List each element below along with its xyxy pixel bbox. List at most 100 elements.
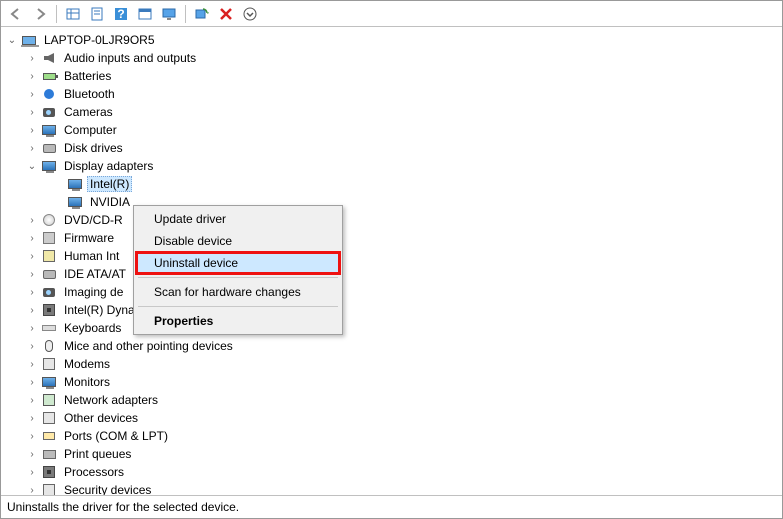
chevron-right-icon[interactable]: › <box>25 285 39 299</box>
tree-item-label: Human Int <box>61 248 122 264</box>
chip-icon <box>41 302 57 318</box>
tree-item-label: Security devices <box>61 482 154 495</box>
context-menu-disable[interactable]: Disable device <box>136 230 340 252</box>
chevron-right-icon[interactable]: › <box>25 213 39 227</box>
toolbar: ? <box>1 1 782 27</box>
properties-button[interactable] <box>86 3 108 25</box>
tree-category-ports[interactable]: ›Ports (COM & LPT) <box>1 427 782 445</box>
scan-icon <box>195 7 209 21</box>
back-button[interactable] <box>5 3 27 25</box>
chevron-right-icon[interactable]: › <box>25 303 39 317</box>
context-menu-uninstall[interactable]: Uninstall device <box>136 252 340 274</box>
tree-category-printq[interactable]: › Print queues <box>1 445 782 463</box>
device-manager-window: ? ⌄LAPTOP-0LJR9OR5›Audio inputs and outp… <box>0 0 783 519</box>
chevron-right-icon[interactable]: › <box>25 231 39 245</box>
twisty-none <box>51 195 65 209</box>
chevron-down-icon[interactable]: ⌄ <box>25 159 39 173</box>
monitor-icon <box>162 7 176 21</box>
twisty-none <box>51 177 65 191</box>
batt-icon <box>41 68 57 84</box>
help-icon: ? <box>114 7 128 21</box>
chip-icon <box>41 464 57 480</box>
arrow-right-icon <box>33 7 47 21</box>
chevron-right-icon[interactable]: › <box>25 105 39 119</box>
tree-category-dptf[interactable]: ›Intel(R) Dynamic Platform and Thermal F… <box>1 301 782 319</box>
chevron-right-icon[interactable]: › <box>25 429 39 443</box>
tree-item-label: Cameras <box>61 104 116 120</box>
action-button[interactable] <box>134 3 156 25</box>
chevron-right-icon[interactable]: › <box>25 267 39 281</box>
tree-category-bluetooth[interactable]: ›Bluetooth <box>1 85 782 103</box>
help-button[interactable]: ? <box>110 3 132 25</box>
chevron-right-icon[interactable]: › <box>25 465 39 479</box>
chevron-right-icon[interactable]: › <box>25 123 39 137</box>
disk-icon <box>41 266 57 282</box>
pc-icon <box>41 356 57 372</box>
tree-item-label: Print queues <box>61 446 134 462</box>
tree-category-firmware[interactable]: ›Firmware <box>1 229 782 247</box>
more-button[interactable] <box>239 3 261 25</box>
tree-category-disks[interactable]: › Disk drives <box>1 139 782 157</box>
x-icon <box>219 7 233 21</box>
chevron-right-icon[interactable]: › <box>25 375 39 389</box>
tree-device-nvidia[interactable]: NVIDIA <box>1 193 782 211</box>
tree-item-label: Mice and other pointing devices <box>61 338 236 354</box>
forward-button[interactable] <box>29 3 51 25</box>
tree-item-label: Computer <box>61 122 120 138</box>
tree-item-label: IDE ATA/AT <box>61 266 129 282</box>
context-menu-scan[interactable]: Scan for hardware changes <box>136 281 340 303</box>
chevron-right-icon[interactable]: › <box>25 51 39 65</box>
tree-item-label: Disk drives <box>61 140 126 156</box>
chevron-right-icon[interactable]: › <box>25 447 39 461</box>
chevron-right-icon[interactable]: › <box>25 357 39 371</box>
remove-button[interactable] <box>215 3 237 25</box>
arrow-left-icon <box>9 7 23 21</box>
port-icon <box>41 428 57 444</box>
context-menu-update[interactable]: Update driver <box>136 208 340 230</box>
mouse-icon <box>41 338 57 354</box>
tree-item-label: NVIDIA <box>87 194 133 210</box>
view-button[interactable] <box>158 3 180 25</box>
context-menu-props[interactable]: Properties <box>136 310 340 332</box>
tree-category-cameras[interactable]: › Cameras <box>1 103 782 121</box>
tree-category-imaging[interactable]: ›Imaging de <box>1 283 782 301</box>
chevron-right-icon[interactable]: › <box>25 141 39 155</box>
tree-category-monitors[interactable]: ›Monitors <box>1 373 782 391</box>
chevron-right-icon[interactable]: › <box>25 411 39 425</box>
tree-category-dvd[interactable]: ›DVD/CD-R <box>1 211 782 229</box>
cd-icon <box>41 212 57 228</box>
tree-category-computer[interactable]: › Computer <box>1 121 782 139</box>
disk-icon <box>41 140 57 156</box>
context-menu-separator <box>138 306 338 307</box>
scan-button[interactable] <box>191 3 213 25</box>
tree-category-display[interactable]: ⌄Display adapters <box>1 157 782 175</box>
tree-category-mice[interactable]: › Mice and other pointing devices <box>1 337 782 355</box>
cam-icon <box>41 104 57 120</box>
tree-category-keyboards[interactable]: ›Keyboards <box>1 319 782 337</box>
tree-root[interactable]: ⌄LAPTOP-0LJR9OR5 <box>1 31 782 49</box>
tree-category-batteries[interactable]: ›Batteries <box>1 67 782 85</box>
tree-category-network[interactable]: ›Network adapters <box>1 391 782 409</box>
tree-device-intel[interactable]: Intel(R) <box>1 175 782 193</box>
chevron-right-icon[interactable]: › <box>25 483 39 495</box>
tree-category-audio[interactable]: ›Audio inputs and outputs <box>1 49 782 67</box>
chevron-right-icon[interactable]: › <box>25 321 39 335</box>
tree-container: ⌄LAPTOP-0LJR9OR5›Audio inputs and output… <box>1 27 782 496</box>
show-hidden-button[interactable] <box>62 3 84 25</box>
tree-category-other[interactable]: ›Other devices <box>1 409 782 427</box>
toolbar-separator <box>56 5 57 23</box>
chevron-right-icon[interactable]: › <box>25 69 39 83</box>
chevron-right-icon[interactable]: › <box>25 249 39 263</box>
chevron-right-icon[interactable]: › <box>25 87 39 101</box>
device-tree[interactable]: ⌄LAPTOP-0LJR9OR5›Audio inputs and output… <box>1 27 782 495</box>
tree-category-security[interactable]: › Security devices <box>1 481 782 495</box>
chevron-right-icon[interactable]: › <box>25 393 39 407</box>
tree-category-modems[interactable]: › Modems <box>1 355 782 373</box>
tree-item-label: Processors <box>61 464 127 480</box>
chevron-down-icon[interactable]: ⌄ <box>5 33 19 47</box>
tree-category-hid[interactable]: › Human Int <box>1 247 782 265</box>
chevron-right-icon[interactable]: › <box>25 339 39 353</box>
tree-category-ide[interactable]: › IDE ATA/AT <box>1 265 782 283</box>
tree-item-label: Modems <box>61 356 113 372</box>
tree-category-processors[interactable]: › Processors <box>1 463 782 481</box>
